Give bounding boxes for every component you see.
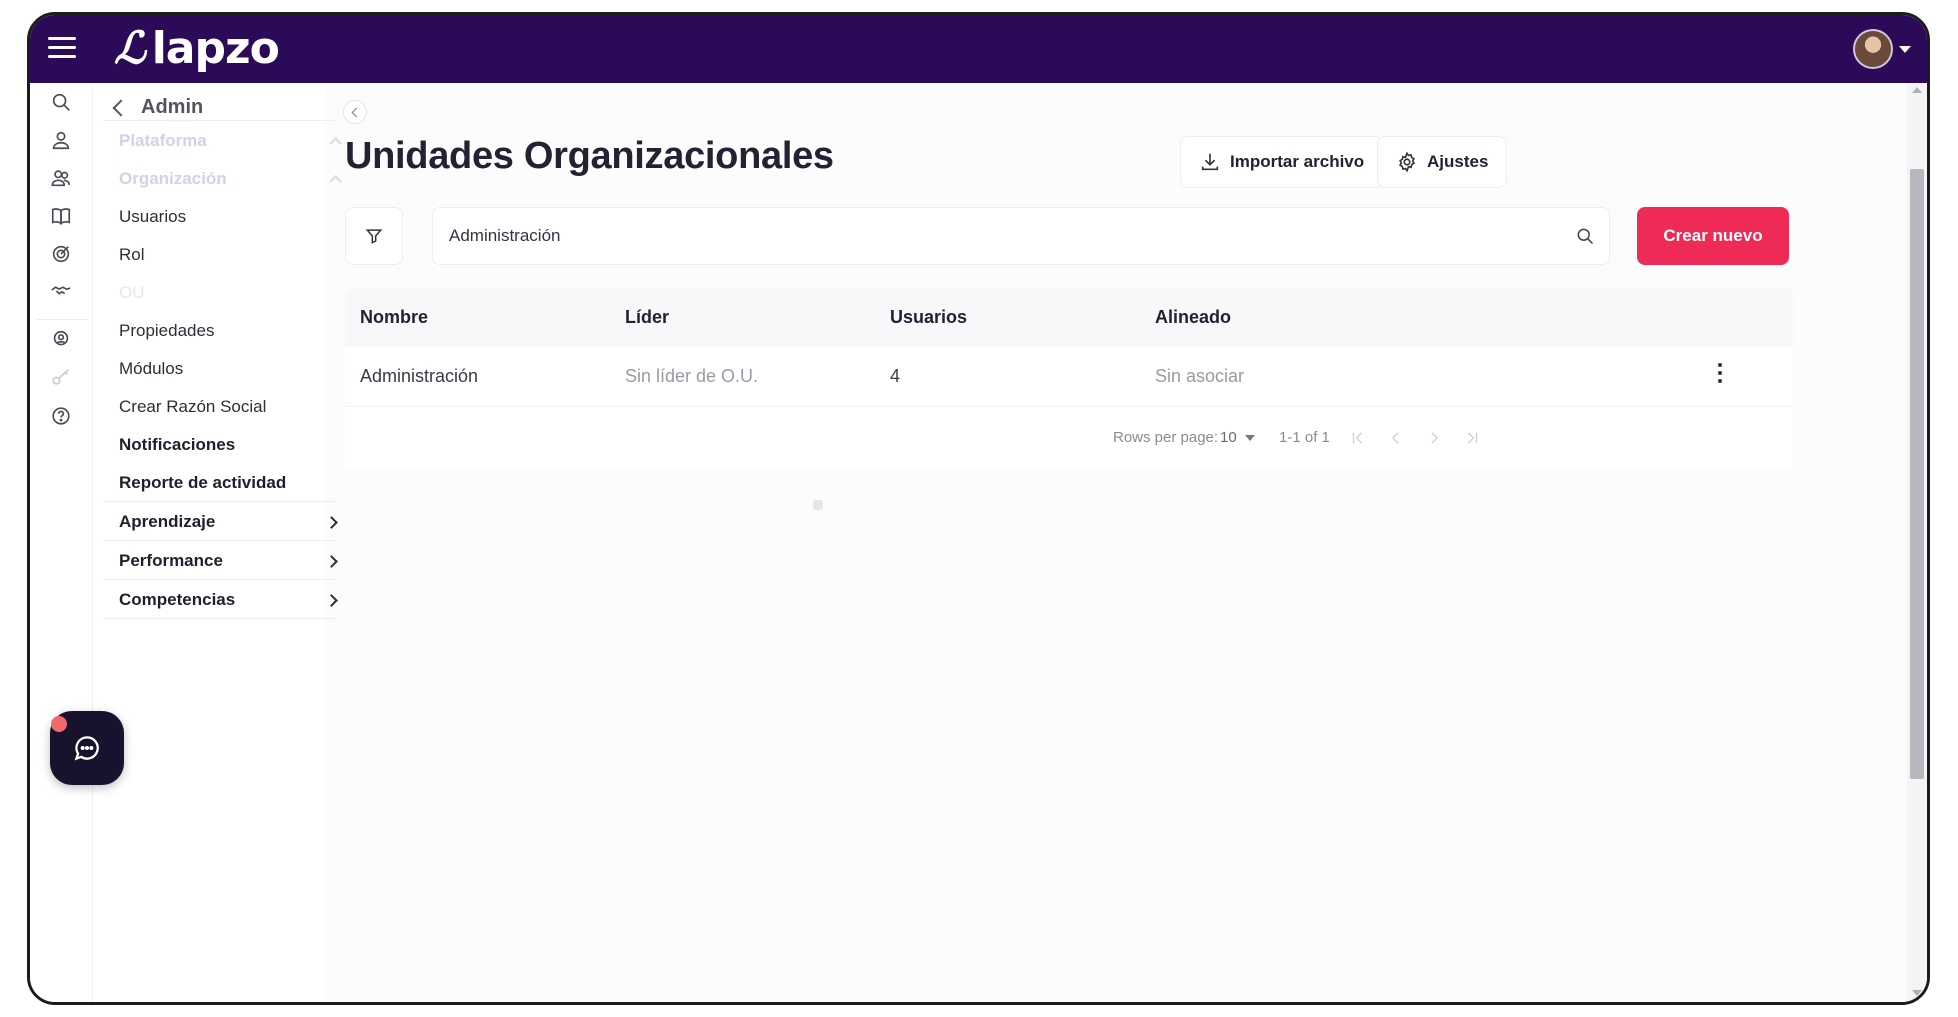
column-header-alineado[interactable]: Alineado [1155, 307, 1231, 328]
download-icon [1201, 153, 1219, 171]
avatar[interactable] [1853, 29, 1893, 69]
rows-per-page-label: Rows per page: [1113, 429, 1219, 446]
page-title: Unidades Organizacionales [345, 135, 834, 177]
filter-button[interactable] [345, 207, 403, 265]
table-row[interactable]: Administración Sin líder de O.U. 4 Sin a… [345, 347, 1793, 407]
cell-usuarios: 4 [890, 366, 901, 386]
logo-mark: ℒ [114, 23, 146, 74]
settings-label: Ajustes [1427, 152, 1489, 171]
table-header: Nombre Líder Usuarios Alineado [345, 287, 1793, 347]
pagination-range: 1-1 of 1 [1279, 429, 1330, 446]
sidebar-item-ou[interactable]: OU [119, 283, 145, 303]
column-header-lider[interactable]: Líder [625, 307, 669, 328]
sidebar-item-notificaciones[interactable]: Notificaciones [119, 435, 235, 455]
search-icon[interactable] [1575, 226, 1595, 246]
gear-icon [1399, 151, 1415, 173]
sidebar-item-propiedades[interactable]: Propiedades [119, 321, 214, 341]
sidebar-item-reporte-actividad[interactable]: Reporte de actividad [119, 473, 286, 493]
sidebar-item-modulos[interactable]: Módulos [119, 359, 183, 379]
notification-dot [51, 716, 67, 732]
chevron-left-icon [112, 99, 130, 116]
create-new-button[interactable]: Crear nuevo [1637, 207, 1789, 265]
back-to-admin[interactable]: Admin [112, 96, 204, 119]
key-icon[interactable] [50, 366, 74, 390]
divider [103, 120, 335, 121]
settings-button[interactable]: Ajustes [1377, 136, 1508, 188]
search-box [432, 207, 1610, 265]
filter-icon [365, 229, 383, 244]
column-header-usuarios[interactable]: Usuarios [890, 307, 967, 328]
main-content: Unidades Organizacionales Importar archi… [325, 83, 1907, 1002]
sidebar-group-performance[interactable]: Performance [119, 551, 223, 571]
search-input[interactable] [449, 208, 1529, 264]
rail-divider [36, 319, 88, 320]
sidebar-back-label: Admin [141, 96, 204, 118]
search-icon[interactable] [50, 91, 74, 115]
divider [103, 618, 335, 619]
divider [103, 501, 335, 502]
ou-table: Nombre Líder Usuarios Alineado Administr… [345, 287, 1793, 469]
help-icon[interactable] [50, 405, 74, 429]
sidebar: Admin Plataforma Organización Usuarios R… [93, 83, 367, 1002]
scrollbar-thumb[interactable] [1910, 169, 1924, 779]
rows-per-page-select[interactable]: 10 [1220, 429, 1255, 446]
import-file-button[interactable]: Importar archivo [1180, 136, 1384, 188]
cell-lider: Sin líder de O.U. [625, 366, 759, 386]
scroll-up-icon[interactable] [1912, 87, 1922, 93]
users-icon[interactable] [50, 167, 74, 191]
scrollbar[interactable] [1907, 83, 1927, 1002]
loading-indicator [813, 500, 823, 510]
row-actions-icon[interactable] [1715, 363, 1725, 389]
sidebar-section-organizacion[interactable]: Organización [119, 169, 227, 189]
scroll-down-icon[interactable] [1912, 990, 1922, 996]
divider [103, 579, 335, 580]
sidebar-group-competencias[interactable]: Competencias [119, 590, 235, 610]
sidebar-item-usuarios[interactable]: Usuarios [119, 207, 186, 227]
cell-alineado: Sin asociar [1155, 366, 1245, 386]
logo-text: lapzo [151, 23, 280, 74]
import-file-label: Importar archivo [1230, 152, 1365, 171]
sidebar-item-rol[interactable]: Rol [119, 245, 145, 265]
prev-page-icon[interactable] [1385, 427, 1407, 449]
first-page-icon[interactable] [1347, 427, 1369, 449]
next-page-icon[interactable] [1423, 427, 1445, 449]
sidebar-section-plataforma[interactable]: Plataforma [119, 131, 207, 151]
badge-icon[interactable] [50, 329, 74, 353]
user-icon[interactable] [50, 129, 74, 153]
app-window: ℒ lapzo Admin Plataforma Organización Us… [27, 12, 1930, 1005]
divider [103, 540, 335, 541]
icon-rail [30, 83, 93, 1002]
sidebar-group-aprendizaje[interactable]: Aprendizaje [119, 512, 215, 532]
column-header-nombre[interactable]: Nombre [360, 307, 428, 328]
chat-icon [74, 736, 99, 761]
handshake-icon[interactable] [50, 279, 74, 303]
target-icon[interactable] [50, 243, 74, 267]
last-page-icon[interactable] [1461, 427, 1483, 449]
rows-per-page-value: 10 [1220, 429, 1237, 446]
logo[interactable]: ℒ lapzo [114, 23, 280, 74]
book-icon[interactable] [50, 205, 74, 229]
sidebar-item-crear-razon-social[interactable]: Crear Razón Social [119, 397, 266, 417]
menu-icon[interactable] [48, 37, 76, 59]
user-menu[interactable] [1853, 29, 1911, 69]
cell-nombre: Administración [360, 366, 479, 386]
top-bar: ℒ lapzo [30, 15, 1927, 83]
caret-down-icon [1244, 434, 1255, 441]
chevron-down-icon [1899, 45, 1911, 53]
pagination: Rows per page: 10 1-1 of 1 [345, 407, 1793, 469]
